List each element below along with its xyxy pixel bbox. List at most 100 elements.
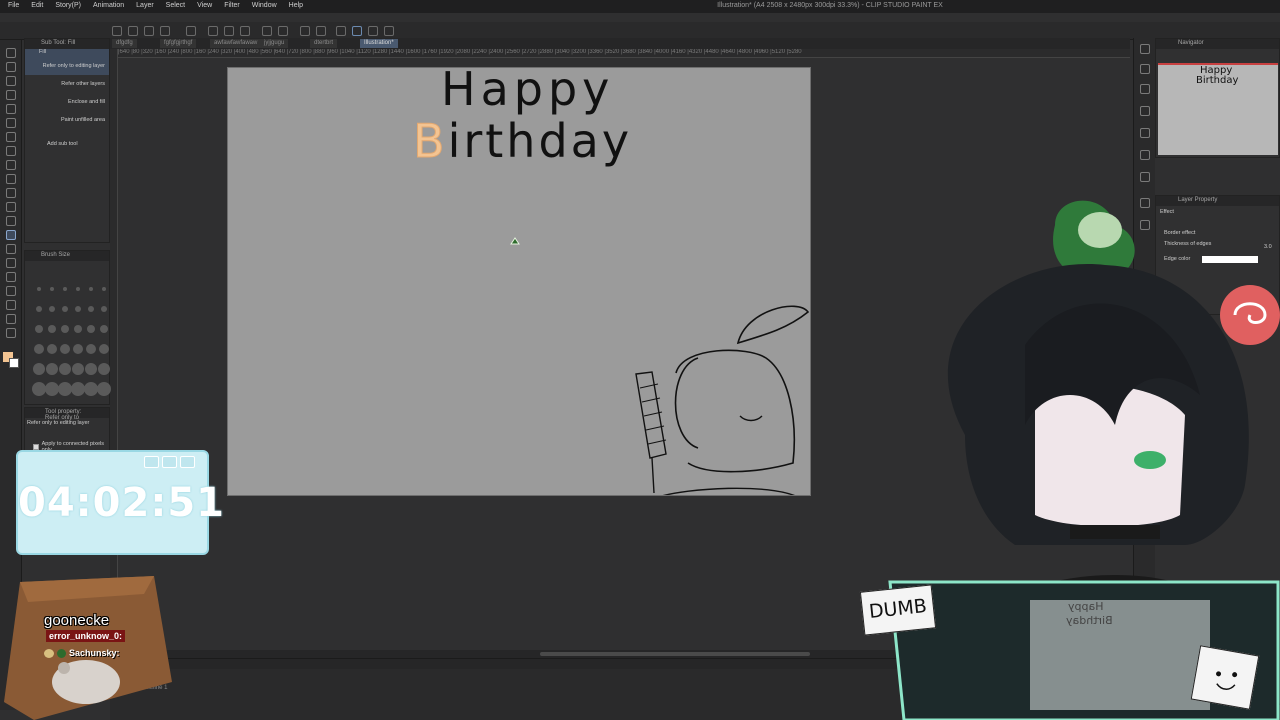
text-tool-icon[interactable] xyxy=(6,300,16,310)
export-icon[interactable] xyxy=(160,26,170,36)
pen-tool-icon[interactable] xyxy=(352,26,362,36)
brush-size-preset[interactable] xyxy=(75,306,81,312)
open-file-icon[interactable] xyxy=(128,26,138,36)
eraser-icon[interactable] xyxy=(6,202,16,212)
brush-icon[interactable] xyxy=(6,160,16,170)
menu-select[interactable]: Select xyxy=(166,2,185,9)
menu-edit[interactable]: Edit xyxy=(31,2,43,9)
move-tool-icon[interactable] xyxy=(6,62,16,72)
ruler-tool-icon[interactable] xyxy=(6,286,16,296)
brush-size-preset[interactable] xyxy=(47,344,57,354)
redo-icon[interactable] xyxy=(224,26,234,36)
brush-size-preset[interactable] xyxy=(71,382,85,396)
blend-icon[interactable] xyxy=(6,216,16,226)
new-file-icon[interactable] xyxy=(112,26,122,36)
settings-icon[interactable] xyxy=(240,26,250,36)
cut-icon[interactable] xyxy=(186,26,196,36)
menu-animation[interactable]: Animation xyxy=(93,2,124,9)
brush-size-preset[interactable] xyxy=(101,306,107,312)
transform-icon[interactable] xyxy=(278,26,288,36)
brush-size-preset[interactable] xyxy=(59,363,71,375)
brush-size-preset[interactable] xyxy=(102,287,106,291)
ruler-icon[interactable] xyxy=(336,26,346,36)
brush-size-preset[interactable] xyxy=(85,363,97,375)
brush-size-preset[interactable] xyxy=(86,344,96,354)
operation-tool-icon[interactable] xyxy=(6,76,16,86)
save-icon[interactable] xyxy=(144,26,154,36)
brush-size-preset[interactable] xyxy=(48,325,56,333)
balloon-icon[interactable] xyxy=(6,314,16,324)
brush-size-preset[interactable] xyxy=(74,325,82,333)
brush-size-preset[interactable] xyxy=(50,287,54,291)
pencil-icon[interactable] xyxy=(6,146,16,156)
sub-view-icon[interactable] xyxy=(1140,64,1150,74)
brush-size-preset[interactable] xyxy=(49,306,55,312)
brush-size-preset[interactable] xyxy=(45,382,59,396)
brush-size-preset[interactable] xyxy=(33,363,45,375)
eyedropper-icon[interactable] xyxy=(6,118,16,128)
drawing-canvas[interactable]: Happy Birthday xyxy=(227,67,811,496)
sub-tool-refer-other[interactable]: Refer other layers xyxy=(25,75,109,93)
brush-size-preset[interactable] xyxy=(62,306,68,312)
brush-size-preset[interactable] xyxy=(84,382,98,396)
brush-size-preset[interactable] xyxy=(35,325,43,333)
fill-icon[interactable] xyxy=(262,26,272,36)
brush-size-preset[interactable] xyxy=(73,344,83,354)
brush-size-preset[interactable] xyxy=(76,287,80,291)
frame-icon[interactable] xyxy=(6,272,16,282)
brush-size-preset[interactable] xyxy=(97,382,111,396)
figure-icon[interactable] xyxy=(6,258,16,268)
menu-file[interactable]: File xyxy=(8,2,19,9)
lock-icon[interactable] xyxy=(384,26,394,36)
brush-size-preset[interactable] xyxy=(72,363,84,375)
menu-window[interactable]: Window xyxy=(252,2,277,9)
menu-help[interactable]: Help xyxy=(289,2,303,9)
undo-icon[interactable] xyxy=(208,26,218,36)
brush-size-preset[interactable] xyxy=(100,325,108,333)
sub-tool-enclose[interactable]: Enclose and fill xyxy=(25,93,109,111)
brush-size-preset[interactable] xyxy=(88,306,94,312)
brush-size-preset[interactable] xyxy=(60,344,70,354)
menu-filter[interactable]: Filter xyxy=(224,2,240,9)
pen-icon[interactable] xyxy=(6,132,16,142)
add-sub-tool-button[interactable]: Add sub tool xyxy=(25,129,109,147)
layer-icon[interactable] xyxy=(368,26,378,36)
correct-line-icon[interactable] xyxy=(6,328,16,338)
brush-size-preset[interactable] xyxy=(99,344,109,354)
sub-tool-group-fill[interactable]: Fill xyxy=(25,49,109,57)
brush-size-preset[interactable] xyxy=(87,325,95,333)
fill-tool-icon[interactable] xyxy=(6,230,16,240)
zoom-tool-icon[interactable] xyxy=(6,48,16,58)
doc-tab-3[interactable]: awfawfawfawaw xyxy=(210,39,262,48)
decoration-icon[interactable] xyxy=(6,188,16,198)
doc-tab-4[interactable]: jyjjgugu xyxy=(260,39,289,48)
info-icon[interactable] xyxy=(1140,84,1150,94)
brush-size-preset[interactable] xyxy=(89,287,93,291)
selection-tool-icon[interactable] xyxy=(6,90,16,100)
brush-size-preset[interactable] xyxy=(36,306,42,312)
brush-size-preset[interactable] xyxy=(46,363,58,375)
navigator-icon[interactable] xyxy=(1140,44,1150,54)
menu-layer[interactable]: Layer xyxy=(136,2,154,9)
grid-icon[interactable] xyxy=(316,26,326,36)
airbrush-icon[interactable] xyxy=(6,174,16,184)
menu-story[interactable]: Story(P) xyxy=(55,2,81,9)
doc-tab-active[interactable]: Illustration* xyxy=(360,39,398,48)
brush-size-preset[interactable] xyxy=(63,287,67,291)
sub-tool-unfilled[interactable]: Paint unfilled area xyxy=(25,111,109,129)
brush-size-preset[interactable] xyxy=(34,344,44,354)
history-icon[interactable] xyxy=(1140,150,1150,160)
doc-tab-2[interactable]: fgfgfgjrthgf xyxy=(160,39,197,48)
navigator-thumbnail[interactable]: Happy Birthday xyxy=(1158,63,1278,155)
brush-size-preset[interactable] xyxy=(37,287,41,291)
color-wheel-icon[interactable] xyxy=(1140,106,1150,116)
brush-size-preset[interactable] xyxy=(98,363,110,375)
color-set-icon[interactable] xyxy=(1140,128,1150,138)
doc-tab-5[interactable]: dtertbrt xyxy=(310,39,338,48)
menu-view[interactable]: View xyxy=(197,2,212,9)
brush-size-preset[interactable] xyxy=(58,382,72,396)
sub-tool-refer-editing[interactable]: Refer only to editing layer xyxy=(25,57,109,75)
brush-size-preset[interactable] xyxy=(61,325,69,333)
sub-color-swatch[interactable] xyxy=(9,358,19,368)
material-icon[interactable] xyxy=(1140,172,1150,182)
